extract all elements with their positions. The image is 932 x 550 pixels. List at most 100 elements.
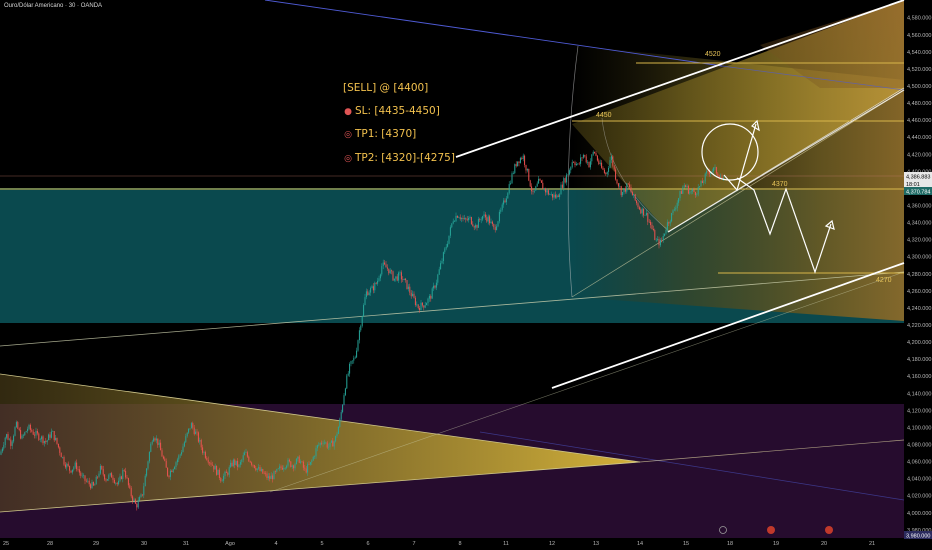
candle-body [77,469,79,470]
candle-body [672,210,674,213]
candle-body [97,476,99,478]
candle-body [563,178,565,188]
candle-body [24,432,26,436]
candle-body [144,475,146,487]
candle-body [694,191,696,195]
price-axis-tick: 4,180.000 [907,357,931,363]
candle-body [337,426,339,435]
candle-body [627,183,629,185]
candle-body [50,431,52,438]
candle-body [350,361,352,364]
candle-body [588,161,590,168]
candle-body [392,271,394,281]
candle-body [284,467,286,469]
candle-body [568,170,570,175]
event-marker-econ-2[interactable] [825,526,833,534]
candle-body [330,440,332,443]
candle-body [644,215,646,216]
candle-body [129,485,131,488]
candle-body [612,156,614,166]
candle-body [713,167,715,172]
candle-body [109,473,111,476]
candle-body [430,295,432,299]
candle-body [420,302,422,311]
candle-body [127,478,129,486]
candle-body [580,157,582,164]
candle-body [696,194,698,195]
candle-body [511,173,513,184]
candle-body [136,503,138,508]
candle-body [704,173,706,182]
candle-body [266,473,268,479]
candle-body [423,305,425,308]
candle-body [540,180,542,183]
signal-sell-line: [SELL] @ [4400] [343,82,429,94]
candle-body [265,473,267,475]
candle-body [552,194,554,198]
candle-body [305,468,307,473]
candle-body [256,468,258,471]
candle-body [386,267,388,269]
candle-body [344,388,346,396]
time-axis-tick: 6 [366,541,369,547]
time-axis-tick: 5 [320,541,323,547]
candle-body [25,431,27,433]
candle-body [469,217,471,219]
candle-body [683,185,685,188]
price-axis-tick: 4,520.000 [907,67,931,73]
trade-signal-box: [SELL] @ [4400] ● SL: [4435-4450] ◎ TP1: [… [343,77,455,170]
candle-body [584,155,586,157]
time-axis-tick: 18 [727,541,733,547]
candle-body [81,475,83,477]
candle-body [447,243,449,247]
candle-body [498,211,500,222]
candle-body [661,240,663,241]
price-axis-tick: 4,160.000 [907,374,931,380]
candle-body [505,198,507,203]
candle-body [263,473,265,475]
time-axis-tick: 12 [549,541,555,547]
price-axis-tick: 4,220.000 [907,323,931,329]
candle-body [435,282,437,288]
candle-body [315,448,317,457]
gold-30m-chart[interactable]: 4520 4450 4370 4270 3,980.0004,000.0004,… [0,0,932,550]
time-axis-tick: 30 [141,541,147,547]
candle-body [162,456,164,459]
candle-body [323,442,325,444]
candle-body [690,191,692,192]
candle-body [193,427,195,435]
candle-body [433,285,435,289]
candle-body [617,183,619,187]
candle-body [216,465,218,475]
candle-body [571,162,573,168]
candle-body [272,475,274,480]
candle-body [419,308,421,311]
candle-body [553,194,555,198]
price-axis-tick: 4,060.000 [907,460,931,466]
candle-body [486,217,488,222]
event-marker-econ-1[interactable] [767,526,775,534]
candle-body [281,467,283,470]
candle-body [206,457,208,460]
candle-body [662,235,664,241]
candle-body [692,189,694,192]
candle-body [160,442,162,451]
candle-body [3,445,5,449]
candle-body [161,450,163,457]
candle-body [325,442,327,444]
candle-body [686,185,688,188]
candle-body [133,499,135,502]
candle-body [440,263,442,270]
candle-body [412,293,414,297]
candle-body [406,280,408,290]
time-axis-tick: Ago [225,541,235,547]
candle-body [594,151,596,154]
candle-body [234,459,236,466]
candle-body [94,484,96,486]
candle-body [252,464,254,466]
candle-body [287,459,289,466]
candle-body [364,297,366,306]
candle-body [685,185,687,188]
price-axis-tick: 4,480.000 [907,101,931,107]
candle-body [589,161,591,168]
